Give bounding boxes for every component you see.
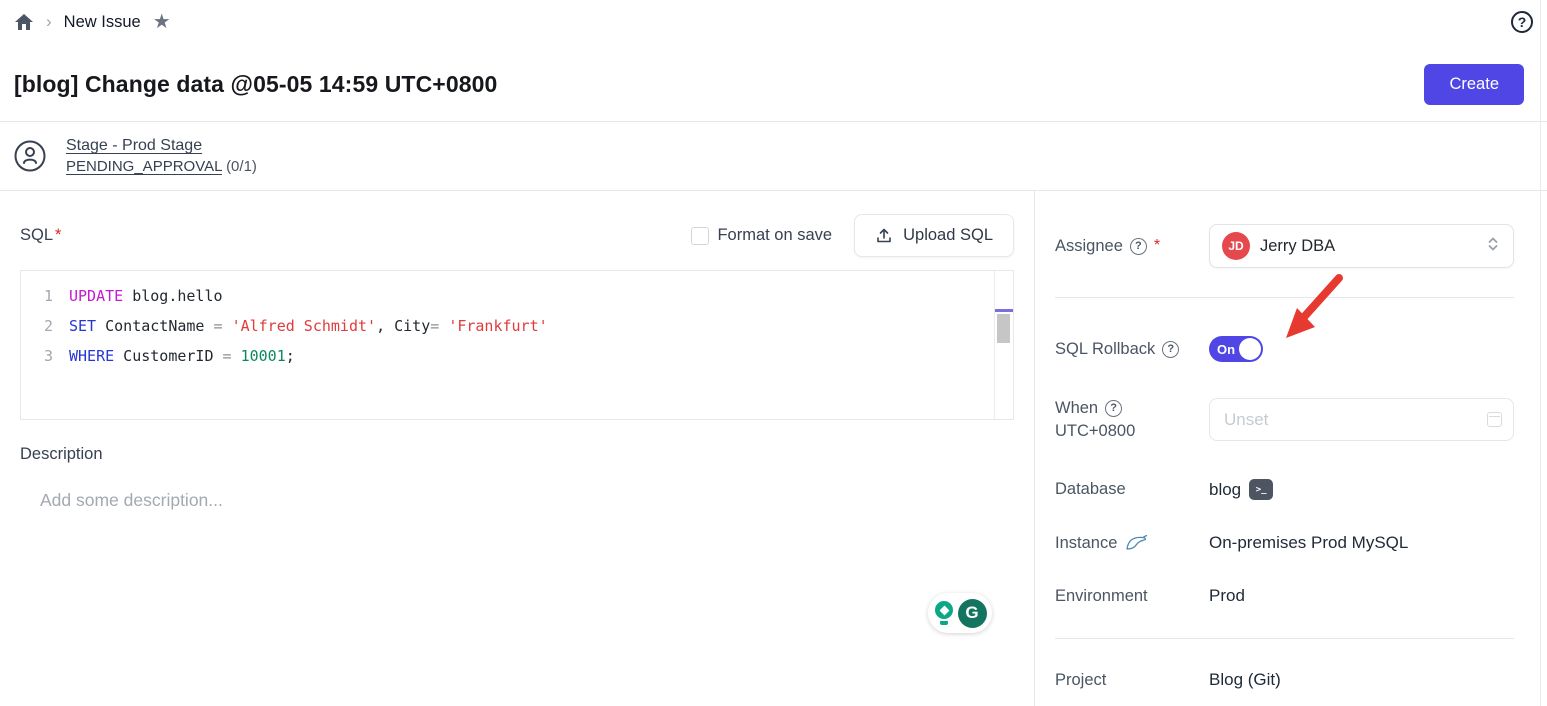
stage-approval-count: (0/1) <box>226 158 257 175</box>
code-line[interactable]: 2SET ContactName = 'Alfred Schmidt', Cit… <box>21 311 1013 341</box>
instance-label: Instance <box>1055 534 1117 553</box>
code-line[interactable]: 3WHERE CustomerID = 10001; <box>21 341 1013 371</box>
sql-field-label: SQL* <box>20 226 61 245</box>
help-icon[interactable]: ? <box>1511 11 1533 33</box>
when-label: When <box>1055 399 1098 418</box>
stage-link[interactable]: Stage - Prod Stage <box>66 137 257 155</box>
chevron-right-icon: › <box>46 12 52 32</box>
when-input[interactable] <box>1209 398 1514 441</box>
format-on-save-label: Format on save <box>717 226 832 245</box>
sql-rollback-toggle[interactable]: On <box>1209 336 1263 362</box>
top-bar: › New Issue ★ ? <box>0 0 1547 36</box>
line-number: 2 <box>21 311 69 341</box>
sidebar-divider-bottom <box>1055 638 1514 639</box>
suggestion-bulb-icon[interactable] <box>934 601 954 625</box>
home-icon[interactable] <box>14 12 34 32</box>
upload-icon <box>875 227 893 245</box>
assignee-help-icon[interactable]: ? <box>1130 238 1147 255</box>
format-on-save-checkbox[interactable] <box>691 227 709 245</box>
grammarly-icon[interactable]: G <box>958 599 987 628</box>
project-label: Project <box>1055 671 1209 690</box>
when-row: When ? UTC+0800 <box>1055 398 1514 441</box>
assignee-select[interactable]: JD Jerry DBA <box>1209 224 1514 268</box>
new-issue-page: › New Issue ★ ? [blog] Change data @05-0… <box>0 0 1547 706</box>
assignee-label: Assignee <box>1055 237 1123 256</box>
environment-label: Environment <box>1055 587 1209 606</box>
stage-bar: Stage - Prod Stage PENDING_APPROVAL (0/1… <box>0 121 1547 191</box>
breadcrumb: › New Issue ★ <box>14 12 171 32</box>
description-input[interactable]: Add some description... <box>40 490 1014 511</box>
database-label: Database <box>1055 480 1209 499</box>
toggle-state-label: On <box>1217 342 1235 357</box>
title-bar: [blog] Change data @05-05 14:59 UTC+0800… <box>0 36 1547 121</box>
line-number: 1 <box>21 281 69 311</box>
sql-rollback-label: SQL Rollback <box>1055 340 1155 359</box>
database-value[interactable]: blog <box>1209 480 1241 500</box>
grammarly-widget[interactable]: G <box>928 593 992 633</box>
sql-rollback-row: SQL Rollback ? On <box>1055 336 1514 362</box>
project-value: Blog (Git) <box>1209 670 1281 690</box>
page-scrollbar-track[interactable] <box>1540 0 1541 706</box>
description-label: Description <box>20 445 1014 464</box>
editor-overview-decoration <box>995 309 1013 312</box>
sql-editor[interactable]: 1UPDATE blog.hello2SET ContactName = 'Al… <box>20 270 1014 420</box>
assignee-required-asterisk: * <box>1154 237 1160 255</box>
instance-row: Instance On-premises Prod MySQL <box>1055 533 1514 553</box>
sql-rollback-help-icon[interactable]: ? <box>1162 341 1179 358</box>
breadcrumb-current[interactable]: New Issue <box>64 13 141 32</box>
page-title: [blog] Change data @05-05 14:59 UTC+0800 <box>14 71 497 98</box>
instance-value: On-premises Prod MySQL <box>1209 533 1408 553</box>
person-icon <box>14 140 46 172</box>
format-on-save-control[interactable]: Format on save <box>691 226 832 245</box>
assignee-value: Jerry DBA <box>1260 237 1475 256</box>
line-number: 3 <box>21 341 69 371</box>
upload-sql-button[interactable]: Upload SQL <box>854 214 1014 257</box>
select-chevrons-icon <box>1485 235 1501 258</box>
database-row: Database blog >_ <box>1055 479 1514 500</box>
when-timezone: UTC+0800 <box>1055 422 1209 441</box>
sidebar-divider <box>1055 297 1514 298</box>
main-column: SQL* Format on save Upload SQL <box>0 191 1035 706</box>
sql-console-icon[interactable]: >_ <box>1249 479 1273 500</box>
issue-sidebar: Assignee ? * JD Jerry DBA <box>1035 191 1547 706</box>
environment-value: Prod <box>1209 586 1245 606</box>
project-row: Project Blog (Git) <box>1055 670 1514 690</box>
editor-scrollbar[interactable] <box>994 271 1013 419</box>
editor-lines: 1UPDATE blog.hello2SET ContactName = 'Al… <box>21 281 1013 371</box>
create-button[interactable]: Create <box>1424 64 1524 105</box>
code-line[interactable]: 1UPDATE blog.hello <box>21 281 1013 311</box>
mysql-dolphin-icon <box>1124 534 1148 552</box>
when-help-icon[interactable]: ? <box>1105 400 1122 417</box>
assignee-avatar: JD <box>1222 232 1250 260</box>
scrollbar-thumb[interactable] <box>997 314 1010 343</box>
toggle-knob <box>1239 338 1261 360</box>
assignee-row: Assignee ? * JD Jerry DBA <box>1055 224 1514 268</box>
star-icon[interactable]: ★ <box>153 12 171 32</box>
sql-actions: Format on save Upload SQL <box>691 214 1014 257</box>
stage-status-link[interactable]: PENDING_APPROVAL <box>66 158 222 175</box>
calendar-icon[interactable] <box>1487 412 1502 427</box>
required-asterisk: * <box>55 226 61 244</box>
issue-body: SQL* Format on save Upload SQL <box>0 191 1547 706</box>
sql-header-row: SQL* Format on save Upload SQL <box>20 214 1014 257</box>
environment-row: Environment Prod <box>1055 586 1514 606</box>
